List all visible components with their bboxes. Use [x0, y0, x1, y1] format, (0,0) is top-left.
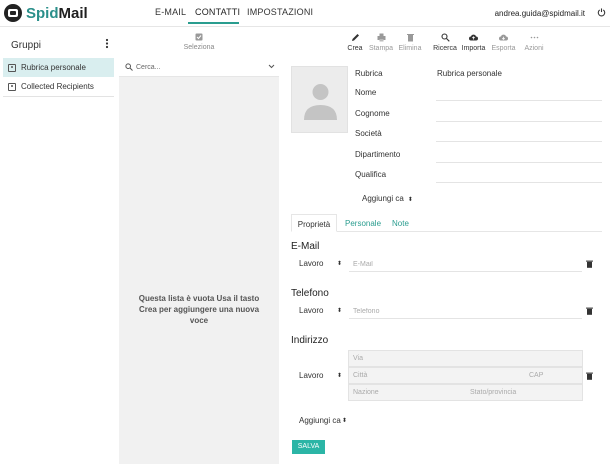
select-arrows-icon: ⬍ — [336, 308, 342, 314]
trash-icon[interactable] — [586, 260, 593, 268]
address-cap-field[interactable]: CAP — [529, 372, 543, 379]
email-field[interactable] — [349, 257, 582, 272]
app-logo[interactable]: Spid Mail — [4, 3, 88, 23]
label-nome: Nome — [355, 88, 377, 97]
save-button[interactable]: SALVA — [292, 440, 325, 454]
field-societa[interactable] — [436, 141, 602, 142]
label-dipartimento: Dipartimento — [355, 150, 401, 159]
tabs-divider — [291, 231, 602, 232]
field-nome[interactable] — [436, 100, 602, 101]
address-nazione-stato-row[interactable]: Nazione Stato/provincia — [348, 384, 583, 401]
tab-personale[interactable]: Personale — [345, 219, 381, 228]
select-arrows-icon: ⬍ — [407, 197, 413, 203]
rubrica-value: Rubrica personale — [437, 69, 502, 78]
add-field-select-top[interactable]: Aggiungi ca ⬍ — [362, 194, 413, 203]
user-email[interactable]: andrea.guida@spidmail.it — [495, 9, 585, 18]
label-societa: Società — [355, 129, 382, 138]
phone-type-select[interactable]: Lavoro ⬍ — [291, 303, 346, 319]
logo-mark-icon — [4, 4, 22, 22]
label-rubrica: Rubrica — [355, 69, 383, 78]
trash-icon[interactable] — [586, 372, 593, 380]
cloud-upload-icon — [469, 34, 478, 41]
select-button[interactable]: Seleziona — [119, 33, 279, 51]
person-icon — [304, 84, 337, 120]
address-via-field[interactable]: Via — [348, 350, 583, 367]
address-citta-field[interactable]: Città — [353, 372, 367, 379]
trash-icon — [406, 34, 414, 42]
logout-icon[interactable] — [597, 8, 606, 17]
empty-list-message: Questa lista è vuota Usa il tasto Crea p… — [138, 294, 260, 325]
add-field-select-bottom[interactable]: Aggiungi ca ⬍ — [291, 413, 351, 429]
field-cognome[interactable] — [436, 121, 602, 122]
search-input[interactable] — [136, 61, 261, 73]
actions-button[interactable]: Azioni — [522, 33, 546, 52]
addressbook-icon — [8, 63, 16, 72]
print-button[interactable]: Stampa — [367, 33, 395, 52]
contacts-list — [119, 58, 279, 464]
label-cognome: Cognome — [355, 109, 390, 118]
address-nazione-field[interactable]: Nazione — [353, 389, 379, 396]
groups-menu-icon[interactable] — [104, 38, 110, 49]
tab-note[interactable]: Note — [392, 219, 409, 228]
export-button[interactable]: Esporta — [490, 33, 517, 52]
address-stato-field[interactable]: Stato/provincia — [470, 389, 516, 396]
phone-section-title: Telefono — [291, 288, 329, 299]
delete-button[interactable]: Elimina — [397, 33, 423, 52]
nav-contatti[interactable]: CONTATTI — [195, 7, 240, 17]
group-item-label: Collected Recipients — [21, 82, 94, 91]
nav-active-indicator — [188, 22, 239, 24]
logo-text-mail: Mail — [58, 4, 88, 22]
addressbook-icon — [8, 82, 16, 91]
field-dipartimento[interactable] — [436, 162, 602, 163]
trash-icon[interactable] — [586, 307, 593, 315]
phone-field[interactable] — [349, 304, 582, 319]
email-section-title: E-Mail — [291, 241, 320, 252]
pencil-icon — [351, 34, 359, 41]
import-button[interactable]: Importa — [460, 33, 487, 52]
groups-title: Gruppi — [11, 40, 42, 51]
group-item-rubrica-personale[interactable]: Rubrica personale — [3, 58, 114, 77]
logo-text-spid: Spid — [26, 4, 59, 22]
select-arrows-icon: ⬍ — [336, 373, 342, 379]
group-item-label: Rubrica personale — [21, 63, 86, 72]
select-arrows-icon: ⬍ — [341, 418, 347, 424]
create-button[interactable]: Crea — [344, 33, 366, 52]
tab-proprieta[interactable]: Proprietà — [291, 214, 337, 232]
divider — [3, 96, 114, 97]
field-qualifica[interactable] — [436, 182, 602, 183]
avatar[interactable] — [291, 66, 348, 133]
nav-email[interactable]: E-MAIL — [155, 7, 186, 17]
search-button[interactable]: Ricerca — [432, 33, 458, 52]
email-type-select[interactable]: Lavoro ⬍ — [291, 256, 346, 272]
address-type-select[interactable]: Lavoro ⬍ — [291, 368, 346, 384]
chevron-down-icon[interactable] — [268, 64, 275, 69]
printer-icon — [377, 33, 385, 42]
select-arrows-icon: ⬍ — [336, 261, 342, 267]
more-dots-icon — [530, 36, 538, 39]
address-citta-cap-row[interactable]: Città CAP — [348, 367, 583, 384]
nav-impostazioni[interactable]: IMPOSTAZIONI — [247, 7, 313, 17]
address-section-title: Indirizzo — [291, 335, 329, 346]
search-icon — [125, 63, 133, 71]
group-item-collected-recipients[interactable]: Collected Recipients — [3, 77, 114, 96]
label-qualifica: Qualifica — [355, 170, 387, 179]
checkbox-icon — [195, 33, 203, 41]
search-icon — [440, 33, 450, 42]
cloud-download-icon — [499, 34, 508, 41]
